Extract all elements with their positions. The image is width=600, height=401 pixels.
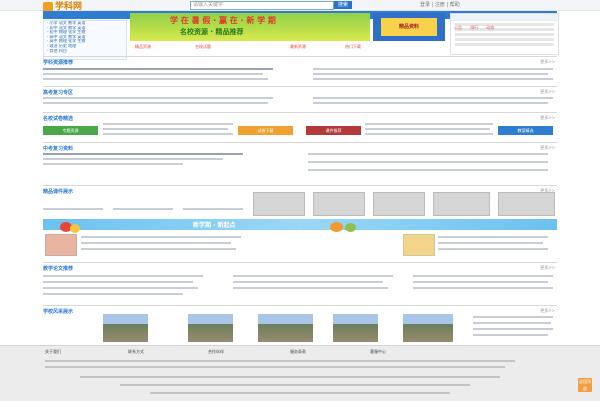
section-title[interactable]: 学校风采展示 — [43, 308, 73, 315]
thumbnail[interactable] — [433, 192, 490, 216]
school-photo[interactable] — [403, 314, 453, 342]
search-button[interactable]: 搜索 — [334, 1, 352, 9]
promo-label: 课件推荐 — [325, 128, 342, 133]
footer-link[interactable]: 联系方式 — [128, 349, 144, 355]
school-photo[interactable] — [333, 314, 378, 342]
section-gaokao: 高考复习专区 更多>> — [43, 86, 557, 111]
more-link[interactable]: 更多>> — [540, 59, 555, 65]
footer-link[interactable]: 服务条款 — [290, 349, 306, 355]
footer: 关于我们 联系方式 合作伙伴 服务条款 客服中心 — [0, 345, 600, 401]
promo-band-text: 新学期 · 新起点 — [193, 222, 236, 229]
notice-box: 公告 排行 动态 — [450, 13, 559, 55]
banner-headline: 学 在 暑 假 · 赢 在 · 新 学 期 — [170, 16, 276, 25]
left-menu: · 小学 语文 数学 英语 · 初中 语文 数学 英语 · 初中 物理 化学 生… — [43, 20, 127, 60]
section-papers: 教学论文推荐 更多>> — [43, 262, 557, 303]
promo-label: 试卷下载 — [257, 128, 274, 133]
sublink[interactable]: 精品资源 — [135, 44, 151, 50]
thumbnail[interactable] — [313, 192, 365, 216]
section-title[interactable]: 学科资源推荐 — [43, 59, 73, 66]
section-schools: 学校风采展示 更多>> — [43, 305, 557, 346]
footer-link[interactable]: 合作伙伴 — [208, 349, 224, 355]
footer-link[interactable]: 客服中心 — [370, 349, 386, 355]
notice-tab[interactable]: 动态 — [486, 25, 494, 30]
section-materials — [43, 230, 557, 260]
material-image[interactable] — [45, 234, 77, 256]
promo-band[interactable]: 新学期 · 新起点 — [43, 219, 557, 230]
material-image[interactable] — [403, 234, 435, 256]
notice-lines — [451, 23, 558, 46]
search-input[interactable]: 请输入关键字 — [190, 1, 334, 10]
logo-icon — [43, 1, 53, 12]
section-exams: 名校试卷精选 更多>> 专题资源 试卷下载 课件推荐 教案精选 — [43, 112, 557, 141]
promo-label: 教案精选 — [517, 128, 534, 133]
back-to-top-button[interactable]: 返回顶部 — [578, 378, 592, 392]
sublink[interactable]: 名校试题 — [195, 44, 211, 50]
notice-tab[interactable]: 排行 — [470, 25, 478, 30]
promo-box[interactable]: 课件推荐 — [306, 126, 361, 135]
section-title[interactable]: 名校试卷精选 — [43, 115, 73, 122]
side-ad[interactable]: 精品资料 — [373, 13, 445, 41]
section-courseware: 精品课件展示 更多>> — [43, 185, 557, 218]
thumbnail[interactable] — [498, 192, 555, 216]
top-links[interactable]: 登录 | 注册 | 帮助 — [420, 1, 460, 8]
more-link[interactable]: 更多>> — [540, 308, 555, 314]
side-ad-text: 精品资料 — [381, 18, 437, 36]
section-title[interactable]: 精品课件展示 — [43, 188, 73, 195]
promo-box[interactable]: 教案精选 — [498, 126, 553, 135]
promo-label: 专题资源 — [62, 128, 79, 133]
more-link[interactable]: 更多>> — [540, 265, 555, 271]
left-menu-item[interactable]: · 其他 科目 — [44, 49, 126, 54]
promo-box[interactable]: 专题资源 — [43, 126, 98, 135]
sublink[interactable]: 热门下载 — [345, 44, 361, 50]
more-link[interactable]: 更多>> — [540, 145, 555, 151]
site-logo[interactable]: 学科网 — [43, 0, 103, 12]
promo-box[interactable]: 试卷下载 — [238, 126, 293, 135]
sublink[interactable]: 最新资源 — [290, 44, 306, 50]
school-photo[interactable] — [103, 314, 148, 342]
more-link[interactable]: 更多>> — [540, 89, 555, 95]
banner-subline: 名校资源 · 精品推荐 — [180, 28, 244, 36]
more-link[interactable]: 更多>> — [540, 115, 555, 121]
notice-tab[interactable]: 公告 — [454, 25, 462, 30]
section-resources: 学科资源推荐 更多>> — [43, 56, 557, 85]
section-title[interactable]: 中考复习资料 — [43, 145, 73, 152]
main-banner[interactable]: 学 在 暑 假 · 赢 在 · 新 学 期 名校资源 · 精品推荐 — [130, 13, 370, 41]
thumbnail[interactable] — [373, 192, 425, 216]
section-title[interactable]: 教学论文推荐 — [43, 265, 73, 272]
section-title[interactable]: 高考复习专区 — [43, 89, 73, 96]
thumbnail[interactable] — [253, 192, 305, 216]
section-zhongkao: 中考复习资料 更多>> — [43, 142, 557, 183]
school-photo[interactable] — [188, 314, 233, 342]
school-photo[interactable] — [258, 314, 313, 342]
footer-link[interactable]: 关于我们 — [45, 349, 61, 355]
notice-tabs: 公告 排行 动态 — [451, 14, 558, 30]
